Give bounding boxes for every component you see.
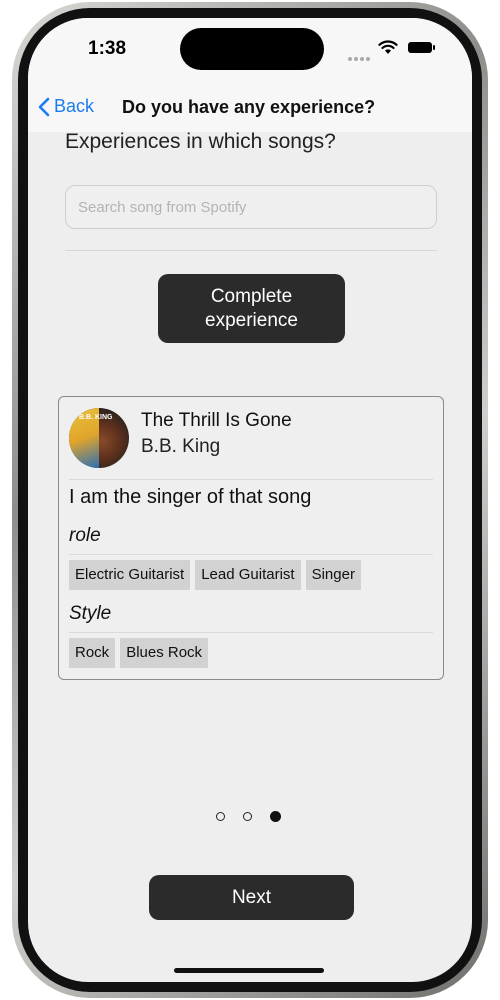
page-title: Do you have any experience?: [122, 97, 376, 117]
page-dot-active[interactable]: [270, 811, 281, 822]
wifi-icon: [378, 40, 398, 54]
role-label: role: [69, 525, 101, 546]
role-tag[interactable]: Singer: [305, 560, 361, 590]
song-search-input[interactable]: [65, 185, 437, 229]
card-divider: [69, 479, 433, 480]
card-divider: [69, 632, 433, 633]
page-dot[interactable]: [243, 812, 252, 821]
role-tag[interactable]: Electric Guitarist: [69, 560, 191, 590]
album-art-text: B.B. KING: [79, 414, 113, 421]
signal-icon: [348, 48, 372, 66]
next-button[interactable]: Next: [149, 875, 354, 920]
style-label: Style: [69, 603, 112, 624]
album-art: B.B. KING: [69, 408, 129, 468]
divider: [65, 250, 437, 251]
page-dot[interactable]: [216, 812, 225, 821]
song-artist: B.B. King: [141, 436, 221, 457]
song-title: The Thrill Is Gone: [141, 410, 292, 431]
nav-bar: Back Do you have any experience?: [28, 78, 472, 132]
style-tag[interactable]: Blues Rock: [120, 638, 209, 668]
card-divider: [69, 554, 433, 555]
complete-experience-button[interactable]: Complete experience: [158, 274, 345, 343]
dynamic-island: [180, 28, 324, 70]
role-tags: Electric Guitarist Lead Guitarist Singer: [69, 560, 361, 590]
chevron-left-icon: [38, 97, 50, 116]
page-indicator: [216, 811, 281, 822]
experience-card: B.B. KING The Thrill Is Gone B.B. King I…: [58, 396, 444, 680]
style-tags: Rock Blues Rock: [69, 638, 209, 668]
question-heading: Experiences in which songs?: [65, 130, 336, 153]
status-time: 1:38: [88, 38, 127, 59]
back-button[interactable]: Back: [38, 96, 94, 117]
phone-screen: 1:38 Back Do you have any experience? Ex…: [28, 18, 472, 982]
battery-icon: [408, 42, 435, 53]
back-label: Back: [54, 96, 95, 116]
role-tag[interactable]: Lead Guitarist: [195, 560, 301, 590]
home-indicator: [174, 968, 324, 973]
style-tag[interactable]: Rock: [69, 638, 116, 668]
status-bar: 1:38: [28, 18, 472, 78]
experience-statement: I am the singer of that song: [69, 486, 312, 508]
